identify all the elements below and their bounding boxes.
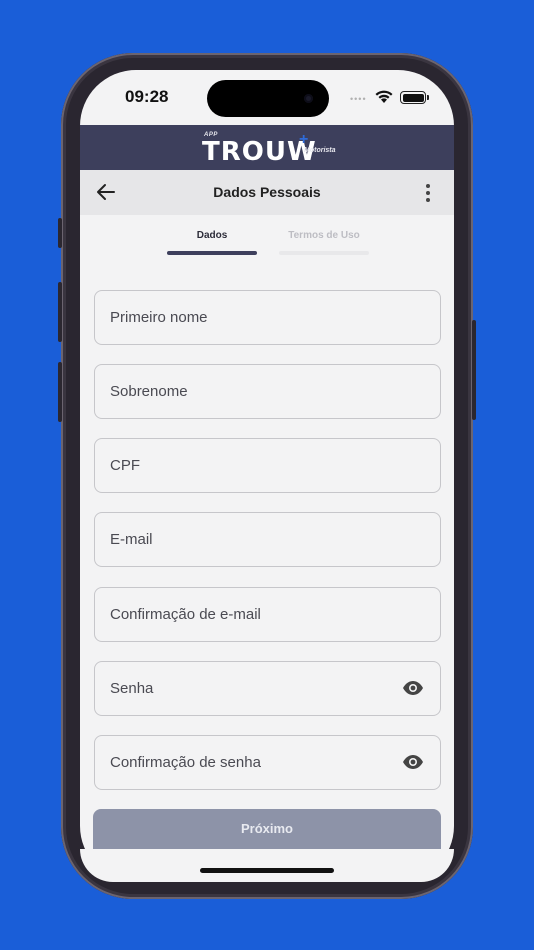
- phone-power-button: [472, 320, 476, 420]
- screen-bottom: [80, 849, 454, 882]
- phone-side-button: [58, 218, 62, 248]
- last-name-field[interactable]: [94, 364, 441, 419]
- back-arrow-icon[interactable]: [95, 181, 117, 203]
- password-input[interactable]: [95, 662, 440, 715]
- email-confirm-input[interactable]: [95, 588, 440, 641]
- phone-volume-down: [58, 362, 62, 422]
- cellular-signal-icon: ••••: [350, 94, 367, 104]
- email-field[interactable]: [94, 512, 441, 567]
- password-field[interactable]: [94, 661, 441, 716]
- status-time: 09:28: [125, 87, 169, 106]
- cpf-input[interactable]: [95, 439, 440, 492]
- tab-indicator-active: [167, 251, 257, 255]
- logo-subtitle: Motorista: [304, 147, 336, 154]
- last-name-input[interactable]: [95, 365, 440, 418]
- eye-icon[interactable]: [402, 680, 424, 696]
- email-confirm-field[interactable]: [94, 587, 441, 642]
- wifi-icon: [375, 90, 393, 103]
- battery-icon: [400, 91, 429, 104]
- tab-indicator-inactive: [279, 251, 369, 255]
- next-button[interactable]: Próximo: [93, 809, 441, 849]
- cpf-field[interactable]: [94, 438, 441, 493]
- tab-termos-de-uso[interactable]: Termos de Uso: [279, 230, 369, 241]
- first-name-input[interactable]: [95, 291, 440, 344]
- more-options-icon[interactable]: [424, 182, 432, 204]
- email-input[interactable]: [95, 513, 440, 566]
- dynamic-island: [207, 80, 329, 117]
- page-title: Dados Pessoais: [213, 184, 321, 200]
- password-confirm-field[interactable]: [94, 735, 441, 790]
- eye-icon[interactable]: [402, 754, 424, 770]
- tab-dados[interactable]: Dados: [167, 230, 257, 241]
- first-name-field[interactable]: [94, 290, 441, 345]
- password-confirm-input[interactable]: [95, 736, 440, 789]
- trouw-logo: APP TROUW + Motorista: [202, 131, 342, 167]
- phone-volume-up: [58, 282, 62, 342]
- home-indicator[interactable]: [200, 868, 334, 873]
